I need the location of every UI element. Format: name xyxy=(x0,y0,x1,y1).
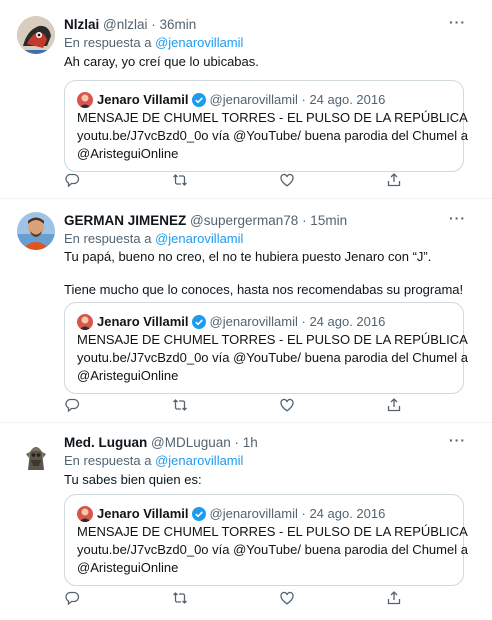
author-name[interactable]: Nlzlai xyxy=(64,17,99,32)
reply-prefix: En respuesta a xyxy=(64,35,152,50)
avatar[interactable] xyxy=(17,16,55,54)
verified-badge-icon xyxy=(191,315,206,329)
retweet-icon[interactable] xyxy=(172,590,190,608)
tweet-text: Tu sabes bien quien es: xyxy=(64,471,202,488)
quoted-text-line: MENSAJE DE CHUMEL TORRES - EL PULSO DE L… xyxy=(77,524,468,539)
more-options-icon[interactable]: ··· xyxy=(449,14,466,30)
reply-context: En respuesta a @jenarovillamil xyxy=(64,231,243,247)
quoted-author-name: Jenaro Villamil xyxy=(97,92,189,107)
reply-to-link[interactable]: @jenarovillamil xyxy=(155,35,243,50)
tweet[interactable]: Med. Luguan @MDLuguan · 1h ··· En respue… xyxy=(0,422,492,620)
quoted-author-name: Jenaro Villamil xyxy=(97,314,189,329)
author-handle[interactable]: @MDLuguan xyxy=(151,435,231,450)
quoted-text-line: youtu.be/J7vcBzd0_0o vía @YouTube/ buena… xyxy=(77,128,468,143)
quoted-text-line: youtu.be/J7vcBzd0_0o vía @YouTube/ buena… xyxy=(77,350,468,365)
share-icon[interactable] xyxy=(386,172,404,190)
quoted-tweet[interactable]: Jenaro Villamil @jenarovillamil · 24 ago… xyxy=(64,80,468,172)
quoted-text-line: @AristeguiOnline xyxy=(77,560,179,575)
tweet-text-line: Tu sabes bien quien es: xyxy=(64,472,202,487)
tweet[interactable]: GERMAN JIMENEZ @supergerman78 · 15min ··… xyxy=(0,198,492,423)
avatar[interactable] xyxy=(17,436,55,474)
retweet-icon[interactable] xyxy=(172,172,190,190)
like-icon[interactable] xyxy=(279,172,297,190)
reply-prefix: En respuesta a xyxy=(64,231,152,246)
reply-to-link[interactable]: @jenarovillamil xyxy=(155,231,243,246)
tweet-time[interactable]: · 1h xyxy=(235,435,258,450)
quoted-text-line: @AristeguiOnline xyxy=(77,146,179,161)
tweet[interactable]: Nlzlai @nlzlai · 36min ··· En respuesta … xyxy=(0,0,492,199)
tweet-text-line: Ah caray, yo creí que lo ubicabas. xyxy=(64,54,259,69)
author-handle[interactable]: @nlzlai xyxy=(103,17,147,32)
quoted-author-handle: @jenarovillamil xyxy=(209,314,298,329)
quoted-tweet[interactable]: Jenaro Villamil @jenarovillamil · 24 ago… xyxy=(64,494,468,586)
verified-badge-icon xyxy=(191,507,206,521)
retweet-icon[interactable] xyxy=(172,397,190,415)
quoted-text-line: MENSAJE DE CHUMEL TORRES - EL PULSO DE L… xyxy=(77,332,468,347)
quoted-author-name: Jenaro Villamil xyxy=(97,506,189,521)
tweet-time[interactable]: · 36min xyxy=(151,17,196,32)
like-icon[interactable] xyxy=(279,590,297,608)
reply-context: En respuesta a @jenarovillamil xyxy=(64,453,243,469)
tweet-time[interactable]: · 15min xyxy=(302,213,347,228)
like-icon[interactable] xyxy=(279,397,297,415)
quoted-text-line: youtu.be/J7vcBzd0_0o vía @YouTube/ buena… xyxy=(77,542,468,557)
quoted-text-line: MENSAJE DE CHUMEL TORRES - EL PULSO DE L… xyxy=(77,110,468,125)
share-icon[interactable] xyxy=(386,397,404,415)
quoted-date: · 24 ago. 2016 xyxy=(301,314,386,329)
reply-icon[interactable] xyxy=(64,172,82,190)
more-options-icon[interactable]: ··· xyxy=(449,432,466,448)
quoted-author-handle: @jenarovillamil xyxy=(209,506,298,521)
author-handle[interactable]: @supergerman78 xyxy=(190,213,298,228)
tweet-text-line: Tu papá, bueno no creo, el no te hubiera… xyxy=(64,249,432,264)
reply-context: En respuesta a @jenarovillamil xyxy=(64,35,243,51)
avatar[interactable] xyxy=(17,212,55,250)
tweet-actions xyxy=(64,397,434,415)
quoted-avatar xyxy=(77,314,93,330)
author-name[interactable]: GERMAN JIMENEZ xyxy=(64,213,186,228)
tweet-text: Tu papá, bueno no creo, el no te hubiera… xyxy=(64,248,463,298)
tweet-actions xyxy=(64,172,434,190)
more-options-icon[interactable]: ··· xyxy=(449,210,466,226)
quoted-tweet[interactable]: Jenaro Villamil @jenarovillamil · 24 ago… xyxy=(64,302,468,394)
verified-badge-icon xyxy=(191,93,206,107)
tweet-text-line xyxy=(64,265,463,281)
quoted-avatar xyxy=(77,92,93,108)
reply-prefix: En respuesta a xyxy=(64,453,152,468)
tweet-actions xyxy=(64,590,434,608)
tweet-text: Ah caray, yo creí que lo ubicabas. xyxy=(64,53,259,70)
reply-icon[interactable] xyxy=(64,590,82,608)
quoted-author-handle: @jenarovillamil xyxy=(209,92,298,107)
quoted-text-line: @AristeguiOnline xyxy=(77,368,179,383)
quoted-date: · 24 ago. 2016 xyxy=(301,92,386,107)
tweet-text-line: Tiene mucho que lo conoces, hasta nos re… xyxy=(64,282,464,297)
quoted-avatar xyxy=(77,506,93,522)
reply-icon[interactable] xyxy=(64,397,82,415)
reply-to-link[interactable]: @jenarovillamil xyxy=(155,453,243,468)
author-name[interactable]: Med. Luguan xyxy=(64,435,147,450)
quoted-date: · 24 ago. 2016 xyxy=(301,506,386,521)
share-icon[interactable] xyxy=(386,590,404,608)
